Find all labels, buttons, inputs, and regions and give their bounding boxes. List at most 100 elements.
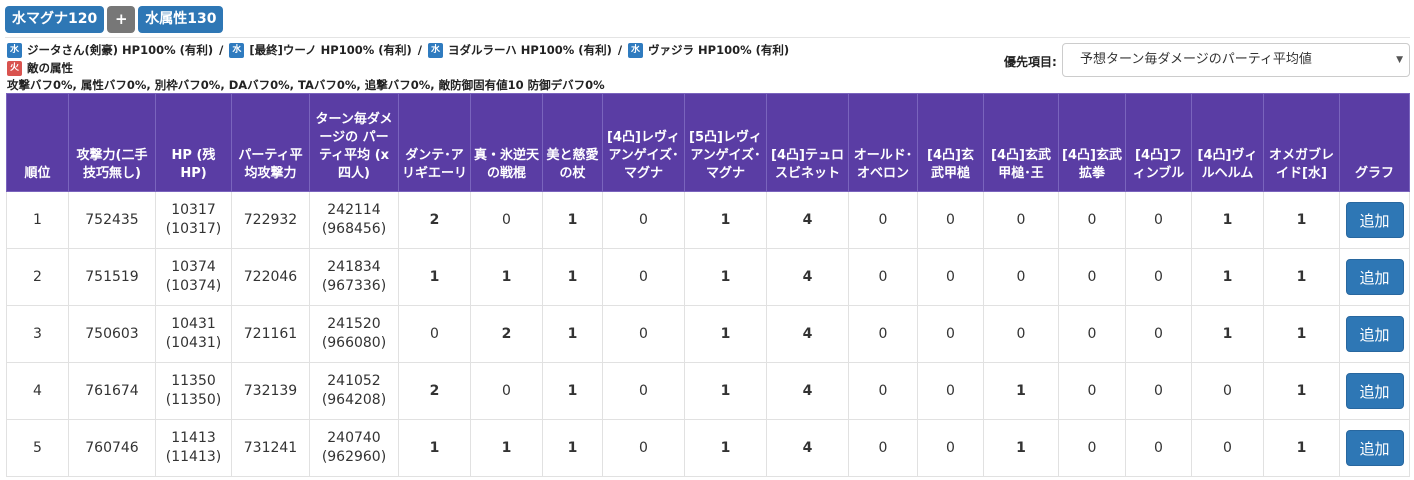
hp-cell: 11413 (11413)	[155, 419, 232, 477]
weapon-count-cell: 0	[1125, 305, 1192, 363]
rank-cell: 1	[6, 191, 69, 249]
weapon-count-cell: 4	[766, 419, 849, 477]
hp-cell-value: 11350	[171, 373, 216, 389]
damage-cell-value: 240740	[327, 430, 381, 446]
add-to-graph-button[interactable]: 追加	[1345, 430, 1404, 466]
enemy-element: 火 敵の属性	[7, 60, 73, 76]
weapon-count-cell: 2	[398, 362, 471, 420]
party-members: 水 ジータさん(剣豪) HP100% (有利) / 水 [最終]ウーノ HP10…	[7, 42, 789, 58]
damage-cell-value: 241520	[327, 316, 381, 332]
plus-badge: +	[107, 6, 136, 33]
column-header: 攻撃力(二手技巧無し)	[68, 93, 156, 192]
add-to-graph-button[interactable]: 追加	[1345, 259, 1404, 295]
hp-cell-sub-value: (11350)	[165, 392, 222, 408]
weapon-count-cell: 0	[470, 362, 543, 420]
column-header: [4凸]レヴィアンゲイズ･マグナ	[602, 93, 685, 192]
table-header-row: 順位 攻撃力(二手技巧無し) HP (残HP) パーティ平均攻撃力 ターン毎ダメージの …	[6, 93, 1410, 192]
priority-select[interactable]: 予想ターン毎ダメージのパーティ平均値 ▼	[1062, 43, 1410, 77]
damage-cell: 241520 (966080)	[309, 305, 399, 363]
weapon-count-cell: 0	[1058, 419, 1126, 477]
damage-cell-sub-value: (967336)	[321, 278, 387, 294]
add-to-graph-button[interactable]: 追加	[1345, 202, 1404, 238]
table-row: 3 750603 10431 (10431) 721161 241520 (966080) 0…	[6, 305, 1410, 363]
column-header: [4凸]玄武拡拳	[1058, 93, 1126, 192]
separator: /	[417, 43, 422, 57]
party-member: ジータさん(剣豪) HP100% (有利)	[27, 43, 214, 57]
table-row: 2 751519 10374 (10374) 722046 241834 (967336) 1…	[6, 248, 1410, 306]
attack-cell: 750603	[68, 305, 156, 363]
buff-summary: 攻撃バフ0%, 属性バフ0%, 別枠バフ0%, DAバフ0%, TAバフ0%, …	[7, 78, 605, 92]
weapon-count-cell: 0	[983, 305, 1059, 363]
weapon-count-cell: 1	[983, 419, 1059, 477]
graph-cell: 追加	[1339, 305, 1410, 363]
weapon-count-cell: 1	[684, 362, 767, 420]
attack-cell: 761674	[68, 362, 156, 420]
priority-label: 優先項目:	[1004, 55, 1057, 69]
weapon-count-cell: 1	[684, 419, 767, 477]
weapon-count-cell: 1	[1191, 248, 1264, 306]
damage-cell-value: 242114	[327, 202, 381, 218]
weapon-count-cell: 0	[602, 419, 685, 477]
weapon-count-cell: 0	[848, 305, 918, 363]
column-header: 美と慈愛の杖	[542, 93, 603, 192]
rank-cell: 3	[6, 305, 69, 363]
weapon-count-cell: 0	[1125, 191, 1192, 249]
damage-cell: 241052 (964208)	[309, 362, 399, 420]
weapon-count-cell: 0	[1125, 419, 1192, 477]
graph-cell: 追加	[1339, 362, 1410, 420]
avg-attack-cell: 732139	[231, 362, 310, 420]
weapon-count-cell: 2	[470, 305, 543, 363]
column-header: 真・氷逆天の戦棍	[470, 93, 543, 192]
column-header: グラフ	[1339, 93, 1410, 192]
avg-attack-cell: 731241	[231, 419, 310, 477]
water-element-icon: 水	[628, 42, 644, 58]
column-header: ターン毎ダメージの パーティ平均 (x四人)	[309, 93, 399, 192]
water-element-icon: 水	[229, 42, 245, 58]
graph-cell: 追加	[1339, 248, 1410, 306]
hp-cell-sub-value: (10317)	[165, 221, 222, 237]
weapon-count-cell: 0	[1058, 248, 1126, 306]
weapon-count-cell: 0	[917, 248, 984, 306]
table-row: 1 752435 10317 (10317) 722932 242114 (968456) 2…	[6, 191, 1410, 249]
priority-selected-value: 予想ターン毎ダメージのパーティ平均値	[1080, 52, 1312, 67]
hp-cell-sub-value: (11413)	[165, 449, 222, 465]
column-header: 順位	[6, 93, 69, 192]
weapon-count-cell: 2	[398, 191, 471, 249]
avg-attack-cell: 722932	[231, 191, 310, 249]
graph-cell: 追加	[1339, 419, 1410, 477]
column-header: オメガブレイド[水]	[1263, 93, 1340, 192]
weapon-count-cell: 0	[848, 362, 918, 420]
weapon-count-cell: 4	[766, 305, 849, 363]
damage-cell: 241834 (967336)	[309, 248, 399, 306]
weapon-count-cell: 0	[1058, 305, 1126, 363]
separator: /	[617, 43, 623, 57]
weapon-count-cell: 0	[1125, 362, 1192, 420]
water-element-icon: 水	[427, 42, 443, 58]
damage-cell-sub-value: (964208)	[321, 392, 387, 408]
weapon-count-cell: 4	[766, 248, 849, 306]
weapon-count-cell: 0	[983, 191, 1059, 249]
weapon-count-cell: 0	[917, 305, 984, 363]
weapon-count-cell: 0	[917, 419, 984, 477]
divider	[5, 37, 1410, 38]
graph-cell: 追加	[1339, 191, 1410, 249]
add-to-graph-button[interactable]: 追加	[1345, 316, 1404, 352]
weapon-count-cell: 1	[684, 191, 767, 249]
damage-cell-sub-value: (966080)	[321, 335, 387, 351]
damage-cell: 240740 (962960)	[309, 419, 399, 477]
hp-cell-sub-value: (10431)	[165, 335, 222, 351]
weapon-count-cell: 1	[1263, 362, 1340, 420]
weapon-count-cell: 1	[470, 248, 543, 306]
party-member: ヴァジラ HP100% (有利)	[648, 43, 790, 57]
avg-attack-cell: 721161	[231, 305, 310, 363]
hp-cell-value: 10431	[171, 316, 216, 332]
weapon-count-cell: 4	[766, 191, 849, 249]
results-table: 順位 攻撃力(二手技巧無し) HP (残HP) パーティ平均攻撃力 ターン毎ダメージの …	[6, 93, 1410, 477]
attack-cell: 752435	[68, 191, 156, 249]
weapon-count-cell: 0	[1058, 191, 1126, 249]
weapon-count-cell: 4	[766, 362, 849, 420]
column-header: オールド･オベロン	[848, 93, 918, 192]
hp-cell: 11350 (11350)	[155, 362, 232, 420]
weapon-count-cell: 1	[684, 305, 767, 363]
add-to-graph-button[interactable]: 追加	[1345, 373, 1404, 409]
